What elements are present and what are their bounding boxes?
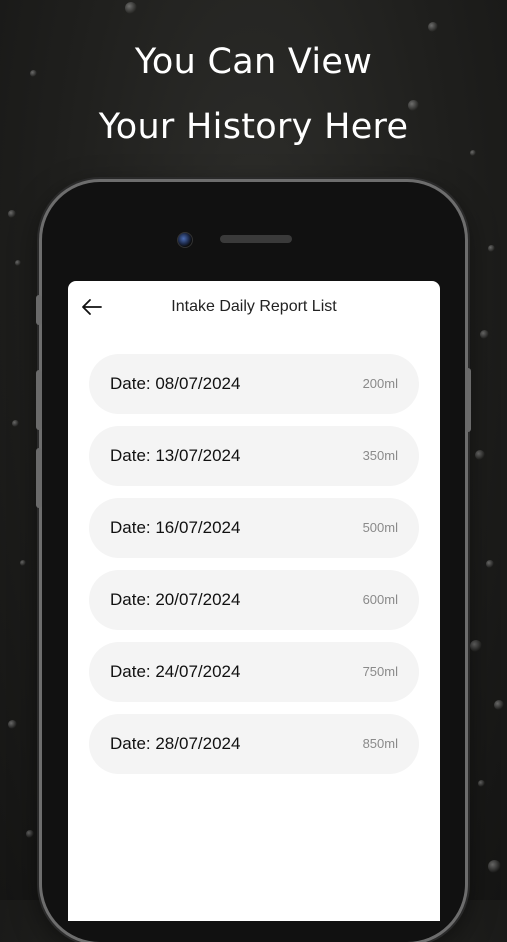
report-item[interactable]: Date: 16/07/2024 500ml xyxy=(89,498,419,558)
headline-line-2: Your History Here xyxy=(98,107,409,147)
report-date: Date: 08/07/2024 xyxy=(110,374,241,393)
report-date: Date: 16/07/2024 xyxy=(110,518,241,537)
report-item[interactable]: Date: 28/07/2024 850ml xyxy=(89,714,419,774)
report-amount: 850ml xyxy=(362,736,398,751)
report-amount: 600ml xyxy=(362,592,398,607)
report-date: Date: 13/07/2024 xyxy=(110,446,241,465)
report-item[interactable]: Date: 08/07/2024 200ml xyxy=(89,354,419,414)
report-amount: 350ml xyxy=(362,448,398,463)
phone-speaker xyxy=(220,235,292,243)
promo-headline: You Can View Your History Here xyxy=(0,30,507,160)
top-bar: Intake Daily Report List xyxy=(68,281,440,335)
front-camera xyxy=(177,232,193,248)
phone-mute-switch xyxy=(36,295,42,325)
report-amount: 500ml xyxy=(362,520,398,535)
report-list: Date: 08/07/2024 200ml Date: 13/07/2024 … xyxy=(89,354,419,786)
report-date: Date: 20/07/2024 xyxy=(110,590,241,609)
report-date: Date: 28/07/2024 xyxy=(110,734,241,753)
report-item[interactable]: Date: 24/07/2024 750ml xyxy=(89,642,419,702)
report-item[interactable]: Date: 13/07/2024 350ml xyxy=(89,426,419,486)
phone-volume-down-button xyxy=(36,448,42,508)
page-title: Intake Daily Report List xyxy=(171,298,337,315)
report-amount: 200ml xyxy=(362,376,398,391)
report-date: Date: 24/07/2024 xyxy=(110,662,241,681)
report-item[interactable]: Date: 20/07/2024 600ml xyxy=(89,570,419,630)
report-amount: 750ml xyxy=(362,664,398,679)
phone-volume-up-button xyxy=(36,370,42,430)
headline-line-1: You Can View xyxy=(134,42,373,82)
app-screen: Intake Daily Report List Date: 08/07/202… xyxy=(68,281,440,921)
phone-power-button xyxy=(465,368,471,432)
